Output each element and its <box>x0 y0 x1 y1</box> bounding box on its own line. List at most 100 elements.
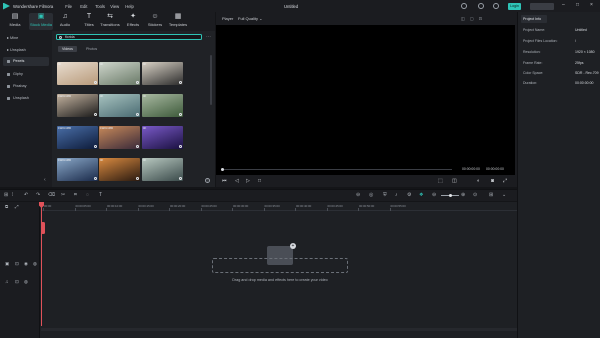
camera-icon[interactable]: ◙ <box>491 178 494 184</box>
download-icon[interactable] <box>178 80 182 84</box>
media-thumbnail[interactable]: 1920×1080 <box>99 126 140 149</box>
menu-tools[interactable]: Tools <box>95 4 110 9</box>
media-thumbnail[interactable]: 4K <box>142 158 183 181</box>
help-icon[interactable]: ? <box>205 178 210 183</box>
zoom-out-icon[interactable]: ⊖ <box>432 192 436 198</box>
login-button[interactable]: Login <box>508 2 521 10</box>
select-tool-icon[interactable]: ⁞ <box>12 192 13 198</box>
more-options-icon[interactable]: ⋯ <box>206 34 211 40</box>
tab-project-info[interactable]: Project Info <box>521 15 547 23</box>
fullscreen-preview-icon[interactable]: ⬚ <box>438 178 443 184</box>
video-eye-icon[interactable]: ◉ <box>24 261 28 267</box>
tool-stickers[interactable]: ☺ Stickers <box>143 13 167 30</box>
collapse-panel-icon[interactable]: ‹ <box>44 177 46 183</box>
playhead[interactable] <box>41 202 42 326</box>
cloud-icon[interactable] <box>478 3 484 9</box>
media-thumbnail[interactable]: 4K <box>142 126 183 149</box>
download-icon[interactable] <box>178 176 182 180</box>
text-icon[interactable]: T <box>99 192 102 198</box>
prev-frame-icon[interactable]: ⏮ <box>222 178 227 184</box>
menu-help[interactable]: Help <box>125 4 140 9</box>
tool-audio[interactable]: ♫ Audio <box>53 13 77 30</box>
tool-templates[interactable]: ▦ Templates <box>166 13 190 30</box>
audio-lock-icon[interactable]: ⊡ <box>15 279 19 285</box>
stop-icon[interactable]: □ <box>258 178 261 184</box>
fit-icon[interactable]: ⊙ <box>473 192 477 198</box>
playhead-marker[interactable] <box>41 222 45 234</box>
media-thumbnail[interactable]: 4K <box>142 62 183 85</box>
media-scrollbar[interactable] <box>210 55 212 105</box>
menu-file[interactable]: File <box>65 4 80 9</box>
link-icon[interactable]: ⤢ <box>15 204 19 209</box>
player-header-icons[interactable]: ◫ ▢ ⊡ <box>461 16 484 21</box>
download-icon[interactable] <box>135 112 139 116</box>
media-thumbnail[interactable]: 4K <box>57 62 98 85</box>
delete-icon[interactable]: ⌫ <box>48 192 55 198</box>
nav-item-giphy[interactable]: Giphy <box>3 70 49 79</box>
tab-photos[interactable]: Photos <box>82 46 101 52</box>
video-lock-icon[interactable]: ⊡ <box>15 261 19 267</box>
timeline-scrollbar[interactable] <box>41 328 517 331</box>
menu-view[interactable]: View <box>110 4 125 9</box>
shield-icon[interactable]: ⛨ <box>383 192 387 198</box>
timeline-drop-zone[interactable] <box>212 258 348 273</box>
nav-item-pexels[interactable]: Pexels <box>3 57 49 66</box>
grid-icon[interactable]: ⊞ <box>489 192 493 198</box>
media-thumbnail[interactable]: 1920×1080 <box>57 158 98 181</box>
zoom-knob[interactable] <box>449 194 452 197</box>
tab-videos[interactable]: Videos <box>58 46 77 52</box>
crop-icon[interactable]: ⌗ <box>74 192 77 198</box>
media-thumbnail[interactable]: 4K <box>99 158 140 181</box>
zoom-slider[interactable] <box>441 194 459 197</box>
add-track-icon[interactable]: ⧉ <box>5 204 8 209</box>
minimize-icon[interactable]: – <box>562 2 565 8</box>
voiceover-icon[interactable]: ♪ <box>395 192 398 198</box>
notification-icon[interactable] <box>493 3 499 9</box>
media-thumbnail[interactable]: 1920×1080 <box>57 126 98 149</box>
undo-icon[interactable]: ↶ <box>24 192 28 198</box>
playback-progress[interactable] <box>221 168 452 171</box>
download-icon[interactable] <box>93 144 97 148</box>
download-icon[interactable] <box>93 112 97 116</box>
feedback-icon[interactable] <box>461 3 467 9</box>
tool-media[interactable]: ▤ Media <box>3 13 27 30</box>
layout-icon[interactable]: ⊞ <box>4 192 8 198</box>
expand-icon[interactable]: ⤢ <box>503 178 507 184</box>
download-icon[interactable] <box>135 80 139 84</box>
quality-select[interactable]: Full Quality ⌄ <box>238 16 262 21</box>
menu-edit[interactable]: Edit <box>80 4 95 9</box>
media-thumbnail[interactable]: 1920×1080 <box>57 94 98 117</box>
ai-icon[interactable]: ⚙ <box>407 192 411 198</box>
download-icon[interactable] <box>178 144 182 148</box>
timeline-more-icon[interactable]: ⌄ <box>502 192 506 198</box>
audio-mute-icon[interactable]: ◍ <box>24 279 28 285</box>
split-icon[interactable]: ✂ <box>61 192 65 198</box>
render-icon[interactable]: ⊖ <box>356 192 360 198</box>
play-icon[interactable]: ▷ <box>246 178 250 184</box>
marker-icon[interactable]: ◎ <box>369 192 373 198</box>
time-ruler[interactable]: 00:00 00:00:05:00 00:00:10:00 00:00:15:00 00… <box>41 202 517 211</box>
download-icon[interactable] <box>93 176 97 180</box>
export-button[interactable] <box>530 2 554 10</box>
download-icon[interactable] <box>178 112 182 116</box>
tool-transitions[interactable]: ⇆ Transitions <box>98 13 122 30</box>
search-input[interactable]: florida <box>56 34 202 40</box>
nav-item-pixabay[interactable]: Pixabay <box>3 82 49 91</box>
nav-item-unsplash-2[interactable]: Unsplash <box>3 94 49 103</box>
nav-item-mine[interactable]: ▸ Mine <box>3 34 49 43</box>
snapshot-icon[interactable]: ◫ <box>452 178 457 184</box>
maximize-icon[interactable]: □ <box>576 2 579 8</box>
media-thumbnail[interactable]: 4K <box>99 62 140 85</box>
download-icon[interactable] <box>135 176 139 180</box>
close-icon[interactable]: × <box>590 2 593 8</box>
color-icon[interactable]: ◌ <box>86 192 89 198</box>
media-thumbnail[interactable]: 4K <box>99 94 140 117</box>
redo-icon[interactable]: ↷ <box>36 192 40 198</box>
play-back-icon[interactable]: ◁ <box>235 178 239 184</box>
tool-stock-media[interactable]: ▣ Stock Media <box>29 13 53 30</box>
playback-knob[interactable] <box>221 168 224 171</box>
video-mute-icon[interactable]: ◍ <box>33 261 37 267</box>
download-icon[interactable] <box>135 144 139 148</box>
zoom-in-icon[interactable]: ⊕ <box>461 192 465 198</box>
tool-effects[interactable]: ✦ Effects <box>121 13 145 30</box>
